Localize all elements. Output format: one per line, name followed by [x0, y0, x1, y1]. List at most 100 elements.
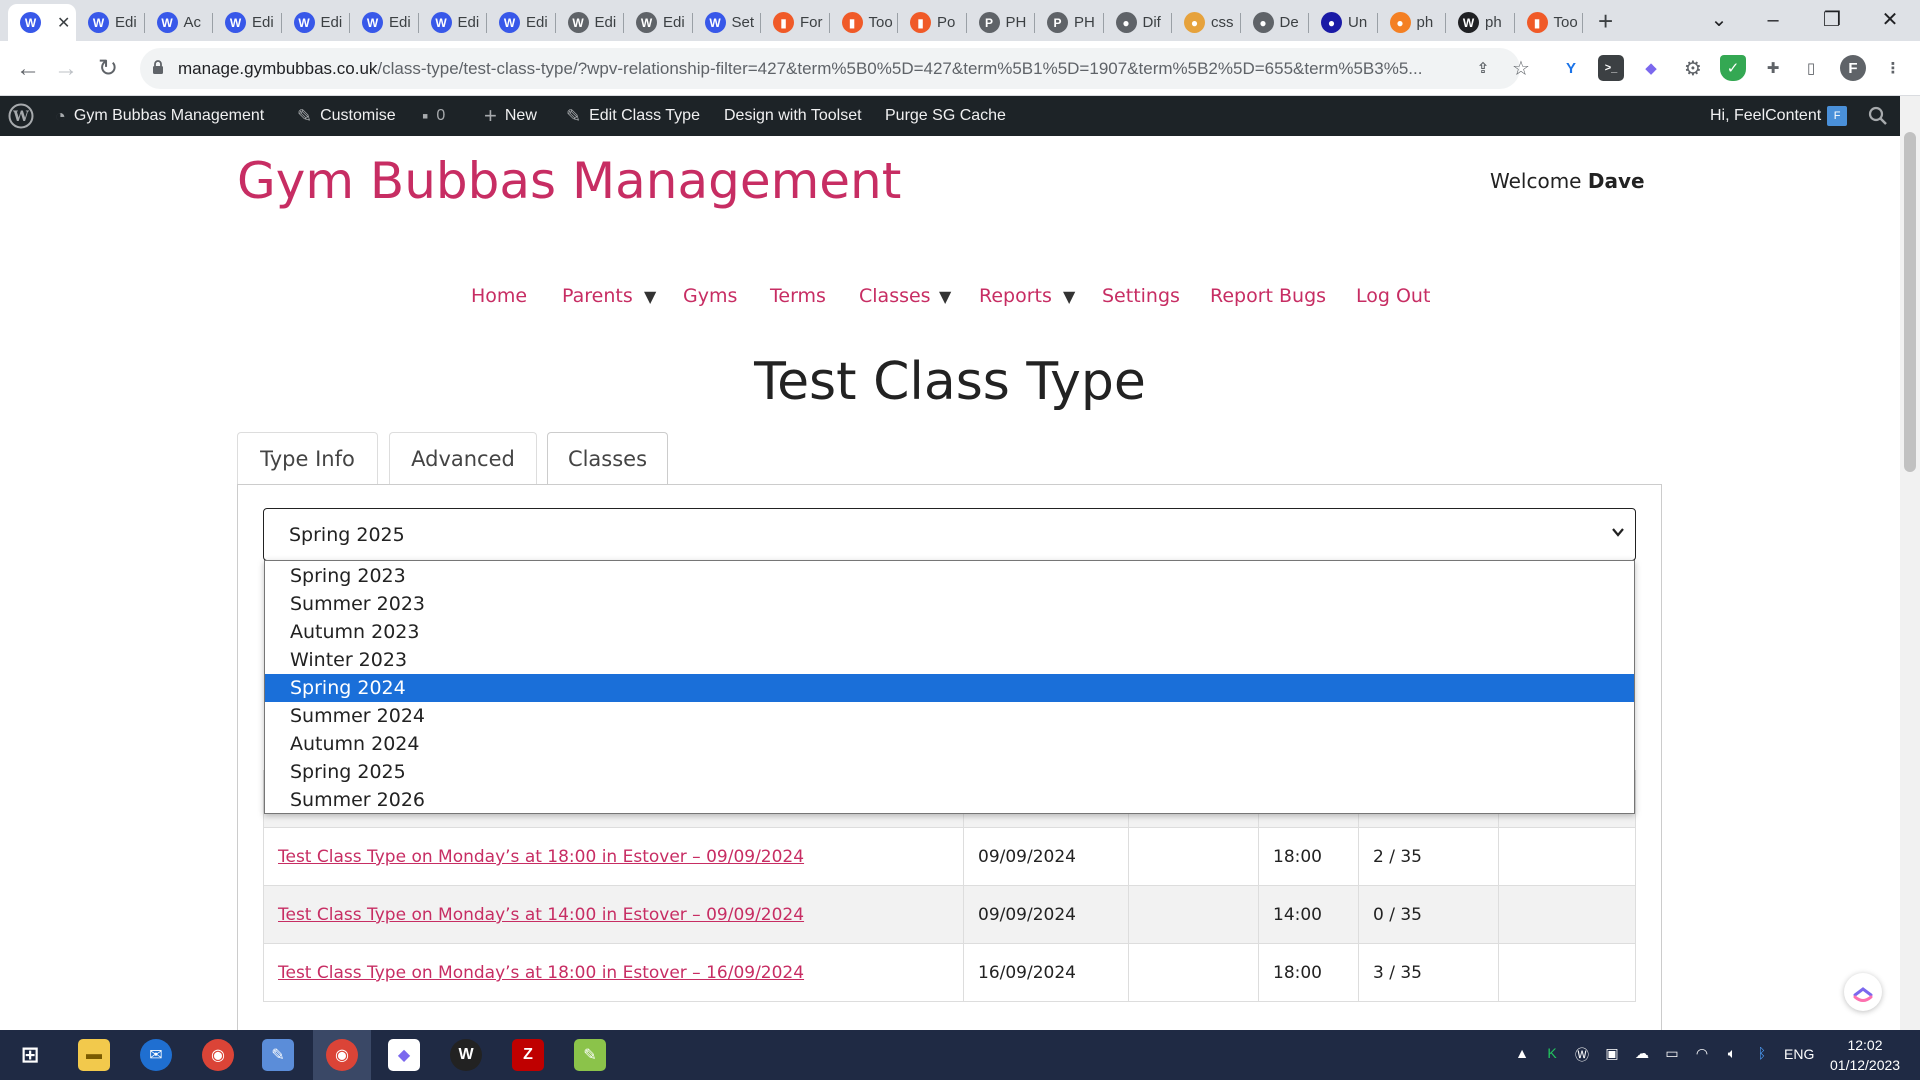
- tab-classes[interactable]: Classes: [547, 432, 668, 485]
- tab-advanced[interactable]: Advanced: [389, 432, 537, 484]
- nav-gyms[interactable]: Gyms: [683, 285, 737, 307]
- reports-dropdown-caret-icon[interactable]: ▼: [1063, 287, 1075, 306]
- thunderbird-icon[interactable]: ✉: [140, 1039, 172, 1071]
- scrollbar-thumb[interactable]: [1904, 132, 1916, 472]
- classes-dropdown-caret-icon[interactable]: ▼: [939, 287, 951, 306]
- term-option[interactable]: Spring 2025: [265, 758, 1634, 786]
- tab-search-icon[interactable]: ⌄: [1699, 6, 1739, 34]
- browser-tab[interactable]: ▮ Too: [1515, 4, 1583, 41]
- display-tray-icon[interactable]: ▣: [1602, 1045, 1622, 1065]
- browser-tab[interactable]: Wph: [1446, 4, 1515, 41]
- nav-parents[interactable]: Parents: [562, 285, 633, 307]
- tab-type-info[interactable]: Type Info: [237, 432, 378, 484]
- browser-tab[interactable]: W Edi: [419, 4, 487, 41]
- new-content-link[interactable]: + New: [484, 96, 537, 136]
- customise-link[interactable]: ✎ Customise: [297, 96, 396, 136]
- shield-extension-icon[interactable]: ✓: [1720, 55, 1746, 81]
- term-option[interactable]: Spring 2023: [265, 562, 1634, 590]
- browser-tab[interactable]: W Edi: [282, 4, 350, 41]
- browser-tab[interactable]: W Edi: [487, 4, 556, 41]
- chrome-menu-icon[interactable]: ⋮: [1880, 55, 1906, 81]
- browser-tab[interactable]: ▮ For: [761, 4, 830, 41]
- extension-y-icon[interactable]: Y: [1558, 55, 1584, 81]
- browser-tab[interactable]: W Edi: [350, 4, 419, 41]
- start-icon[interactable]: ⊞: [14, 1039, 46, 1071]
- browser-tab[interactable]: P PH: [1035, 4, 1104, 41]
- bluetooth-tray-icon[interactable]: ᛒ: [1752, 1045, 1772, 1065]
- chrome-profile-icon[interactable]: ◉: [326, 1039, 358, 1071]
- browser-tab[interactable]: W Edi: [213, 4, 282, 41]
- wordpress-logo-icon[interactable]: W: [8, 96, 34, 136]
- browser-tab[interactable]: ● Un: [1309, 4, 1378, 41]
- admin-search-icon[interactable]: [1868, 96, 1888, 136]
- nav-terms[interactable]: Terms: [770, 285, 826, 307]
- browser-tab[interactable]: ▮ Po: [898, 4, 967, 41]
- term-option[interactable]: Summer 2024: [265, 702, 1634, 730]
- browser-tab[interactable]: ● Dif: [1104, 4, 1172, 41]
- browser-tab[interactable]: ● ph: [1378, 4, 1446, 41]
- browser-tab[interactable]: P PH: [967, 4, 1035, 41]
- k-tray-icon[interactable]: K: [1542, 1045, 1562, 1065]
- term-option[interactable]: Summer 2026: [265, 786, 1634, 814]
- minimize-button[interactable]: –: [1753, 6, 1793, 34]
- w-tray-icon[interactable]: Ⓦ: [1572, 1045, 1592, 1065]
- browser-tab[interactable]: W Ac: [145, 4, 213, 41]
- filezilla-icon[interactable]: Z: [512, 1039, 544, 1071]
- nav-home[interactable]: Home: [471, 285, 527, 307]
- profile-avatar[interactable]: F: [1840, 55, 1866, 81]
- wamp-icon[interactable]: W: [450, 1039, 482, 1071]
- my-account-link[interactable]: Hi, FeelContent F: [1710, 96, 1848, 136]
- system-clock[interactable]: 12:02 01/12/2023: [1830, 1035, 1900, 1075]
- parents-dropdown-caret-icon[interactable]: ▼: [644, 287, 656, 306]
- term-select[interactable]: Spring 2025: [263, 508, 1636, 561]
- site-title[interactable]: Gym Bubbas Management: [237, 152, 901, 210]
- notepadpp-icon[interactable]: ✎: [574, 1039, 606, 1071]
- nav-classes[interactable]: Classes: [859, 285, 931, 307]
- design-with-toolset-link[interactable]: Design with Toolset: [724, 96, 862, 136]
- comments-link[interactable]: ▪ 0: [422, 96, 445, 136]
- site-name-link[interactable]: ◔ Gym Bubbas Management: [55, 96, 264, 136]
- new-tab-button[interactable]: +: [1598, 6, 1613, 36]
- class-link[interactable]: Test Class Type on Monday’s at 18:00 in …: [278, 963, 804, 983]
- class-link[interactable]: Test Class Type on Monday’s at 18:00 in …: [278, 847, 804, 867]
- browser-tab[interactable]: ▮ Too: [830, 4, 898, 41]
- language-indicator[interactable]: ENG: [1784, 1046, 1814, 1062]
- close-tab-icon[interactable]: ✕: [57, 13, 70, 33]
- share-icon[interactable]: ⇪: [1470, 55, 1496, 81]
- clickup-extension-icon[interactable]: ◆: [1638, 55, 1664, 81]
- address-bar[interactable]: manage.gymbubbas.co.uk/class-type/test-c…: [140, 48, 1520, 89]
- google-drive-tray-icon[interactable]: ▲: [1512, 1045, 1532, 1065]
- term-option[interactable]: Summer 2023: [265, 590, 1634, 618]
- side-panel-icon[interactable]: ▯: [1798, 55, 1824, 81]
- browser-tab[interactable]: W Edi: [76, 4, 145, 41]
- back-button[interactable]: ←: [12, 53, 44, 85]
- term-option[interactable]: Autumn 2023: [265, 618, 1634, 646]
- nav-report-bugs[interactable]: Report Bugs: [1210, 285, 1326, 307]
- purge-cache-link[interactable]: Purge SG Cache: [885, 96, 1006, 136]
- battery-tray-icon[interactable]: ▭: [1662, 1045, 1682, 1065]
- browser-tab[interactable]: ● De: [1241, 4, 1309, 41]
- file-explorer-icon[interactable]: ▬: [78, 1039, 110, 1071]
- onedrive-tray-icon[interactable]: ☁: [1632, 1045, 1652, 1065]
- browser-tab[interactable]: W Set: [693, 4, 761, 41]
- term-option[interactable]: Spring 2024: [265, 674, 1634, 702]
- browser-tab[interactable]: W ✕: [8, 4, 76, 41]
- class-link[interactable]: Test Class Type on Monday’s at 14:00 in …: [278, 905, 804, 925]
- edit-class-type-link[interactable]: ✎ Edit Class Type: [566, 96, 700, 136]
- term-option[interactable]: Autumn 2024: [265, 730, 1634, 758]
- notepad-icon[interactable]: ✎: [262, 1039, 294, 1071]
- clickup-floating-icon[interactable]: [1844, 973, 1882, 1011]
- term-option[interactable]: Winter 2023: [265, 646, 1634, 674]
- clickup-icon[interactable]: ◆: [388, 1039, 420, 1071]
- browser-tab[interactable]: W Edi: [624, 4, 693, 41]
- page-scrollbar[interactable]: [1900, 96, 1920, 1030]
- nav-reports[interactable]: Reports: [979, 285, 1052, 307]
- terminal-extension-icon[interactable]: >_: [1598, 55, 1624, 81]
- volume-tray-icon[interactable]: 🔈︎: [1722, 1045, 1742, 1065]
- browser-tab[interactable]: W Edi: [556, 4, 624, 41]
- puzzle-extensions-icon[interactable]: ✚: [1760, 55, 1786, 81]
- chrome-icon[interactable]: ◉: [202, 1039, 234, 1071]
- close-window-button[interactable]: ✕: [1870, 6, 1910, 34]
- nav-log-out[interactable]: Log Out: [1356, 285, 1430, 307]
- maximize-button[interactable]: ❐: [1812, 6, 1852, 34]
